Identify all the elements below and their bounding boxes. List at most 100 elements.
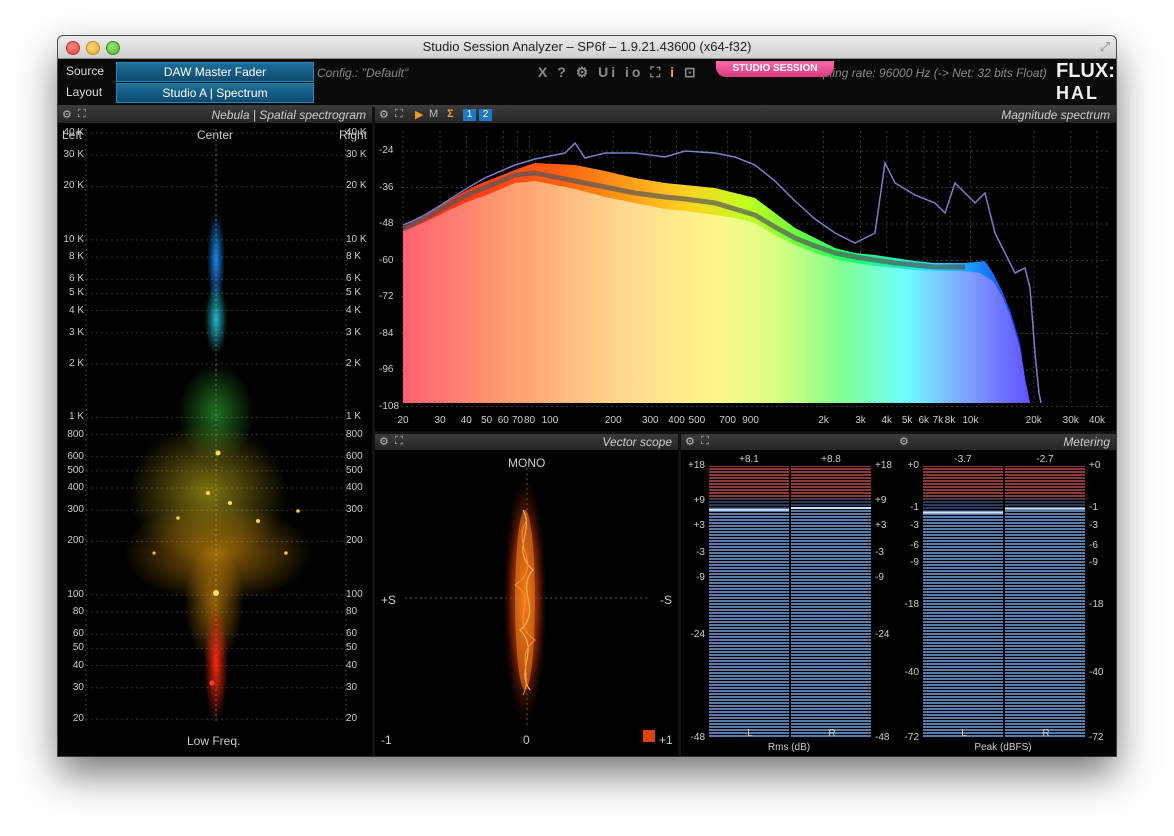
db-tick-label: -24 <box>379 145 394 156</box>
magnitude-display <box>401 131 1110 407</box>
nebula-freq-label-left: 100 <box>67 588 84 600</box>
meter-peak-L-peak-hold <box>923 511 1003 514</box>
nebula-freq-label-right: 40 <box>346 659 358 671</box>
plus-one-label: +1 <box>659 733 673 747</box>
nebula-freq-label-right: 30 K <box>346 149 367 161</box>
play-icon[interactable]: ▶ <box>415 108 423 121</box>
nebula-panel: ⚙ ⛶ Nebula | Spatial spectrogram Left Ce… <box>58 107 372 756</box>
nebula-freq-label-right: 1 K <box>346 411 362 423</box>
meter-peak-scale-left: -40 <box>904 666 919 678</box>
nebula-freq-label-right: 6 K <box>346 273 362 285</box>
nebula-freq-label-right: 30 <box>346 681 358 693</box>
nebula-freq-label-right: 200 <box>346 535 363 547</box>
meter-rms-L-clip-zone <box>709 466 789 499</box>
io-icon[interactable]: io <box>625 64 643 80</box>
meter-rms-scale-right: -9 <box>875 571 884 583</box>
ui-icon[interactable]: Ui <box>598 64 618 80</box>
meter-rms-scale-left: +18 <box>688 460 705 471</box>
flux-logo: FLUX:: <box>1056 60 1116 82</box>
sum-icon[interactable]: Σ <box>447 108 454 120</box>
nebula-freq-label-left: 50 <box>72 642 84 654</box>
nebula-freq-label-right: 20 K <box>346 180 367 192</box>
app-window: Studio Session Analyzer – SP6f – 1.9.21.… <box>58 36 1116 756</box>
settings-icon[interactable]: ⚙ <box>62 108 72 121</box>
db-tick-label: -60 <box>379 254 394 266</box>
close-icon[interactable]: X <box>538 64 550 80</box>
meter-peak-scale-left: +0 <box>907 460 919 471</box>
help-icon[interactable]: ? <box>557 64 569 80</box>
meter-settings-icon[interactable]: ⚙ <box>899 435 909 448</box>
meter-rms-right-value: +8.8 <box>821 454 841 465</box>
settings-icon[interactable]: ⚙ <box>576 64 592 80</box>
nebula-freq-label-left: 20 <box>72 713 84 724</box>
nebula-freq-label-left: 40 <box>72 659 84 671</box>
freq-tick-label: 20k <box>1025 415 1042 426</box>
vector-scope-panel: ⚙ ⛶ Vector scope MONO +S -S -1 0 +1 <box>375 434 678 756</box>
nebula-freq-label-left: 5 K <box>68 287 84 299</box>
meter-rms-scale-right: -24 <box>875 628 890 640</box>
expand-icon[interactable]: ⛶ <box>395 435 403 448</box>
channel-2-button[interactable]: 2 <box>479 109 492 121</box>
nebula-freq-label-left: 8 K <box>68 251 84 263</box>
meter-peak-scale-right: -6 <box>1089 540 1098 552</box>
layout-select[interactable]: Studio A | Spectrum <box>116 83 314 103</box>
freq-tick-label: 3k <box>855 415 866 426</box>
mono-label: MONO <box>508 456 546 470</box>
vector-title: Vector scope <box>602 435 672 449</box>
expand-icon[interactable]: ⛶ <box>78 108 86 121</box>
magnitude-title: Magnitude spectrum <box>1001 108 1110 122</box>
meter-peak-R-clip-zone <box>1005 466 1085 499</box>
nebula-freq-label-left: 300 <box>67 504 84 516</box>
freq-tick-label: 700 <box>719 415 736 426</box>
metering-panel-header: ⚙ ⛶ ⚙ Metering <box>681 434 1116 451</box>
nebula-center-label: Center <box>197 128 234 142</box>
meter-rms-scale-left: -48 <box>690 732 705 743</box>
meter-rms-caption: Rms (dB) <box>767 742 811 753</box>
fullscreen-toggle-icon[interactable]: ⛶ <box>650 64 663 80</box>
nebula-freq-label-right: 500 <box>346 464 363 476</box>
m-icon[interactable]: M <box>429 108 438 120</box>
meter-rms-scale-left: -9 <box>696 571 705 583</box>
meter-rms-channel-left: L <box>747 728 753 739</box>
meter-rms-L-peak-hold <box>709 508 789 511</box>
nebula-freq-label-left: 800 <box>67 428 84 440</box>
meter-rms-scale-left: -3 <box>696 547 705 559</box>
info-icon[interactable]: i <box>670 64 677 80</box>
freq-tick-label: 30 <box>434 415 446 426</box>
nebula-freq-label-left: 10 K <box>63 233 84 245</box>
meter-peak-scale-left: -6 <box>910 540 919 552</box>
meter-rms-scale-left: +3 <box>693 519 705 531</box>
nebula-freq-label-right: 4 K <box>346 304 362 316</box>
expand-icon[interactable]: ⛶ <box>395 108 403 121</box>
settings-icon[interactable]: ⚙ <box>379 435 389 448</box>
meter-peak-scale-right: +0 <box>1089 460 1101 471</box>
meter-peak-channel-right: R <box>1042 728 1050 739</box>
nebula-freq-label-left: 20 K <box>63 180 84 192</box>
expand-icon[interactable]: ⛶ <box>701 435 709 448</box>
meter-peak-scale-left: -3 <box>910 519 919 531</box>
settings-icon[interactable]: ⚙ <box>379 108 389 121</box>
nebula-freq-label-left: 30 K <box>63 149 84 161</box>
db-tick-label: -84 <box>379 327 394 339</box>
nebula-freq-label-right: 300 <box>346 504 363 516</box>
nebula-freq-label-left: 2 K <box>68 357 84 369</box>
nebula-freq-label-left: 60 <box>72 628 84 640</box>
title-bar: Studio Session Analyzer – SP6f – 1.9.21.… <box>58 36 1116 59</box>
meter-peak-R-peak-hold <box>1005 507 1085 510</box>
source-select[interactable]: DAW Master Fader <box>116 62 314 82</box>
freq-tick-label: 20 <box>397 415 409 426</box>
nebula-freq-label-right: 2 K <box>346 357 362 369</box>
meter-peak-channel-left: L <box>961 728 967 739</box>
screen-icon[interactable]: ⊡ <box>684 64 699 80</box>
studio-session-badge[interactable]: STUDIO SESSION <box>716 61 834 77</box>
fullscreen-icon[interactable]: ⤢ <box>1100 39 1110 55</box>
settings-icon[interactable]: ⚙ <box>685 435 695 448</box>
channel-1-button[interactable]: 1 <box>463 109 476 121</box>
nebula-freq-label-right: 100 <box>346 588 363 600</box>
config-preset[interactable]: Config.: "Default" <box>317 66 408 80</box>
meter-peak-scale-left: -9 <box>910 556 919 568</box>
nebula-freq-label-right: 50 <box>346 642 358 654</box>
freq-tick-label: 40k <box>1088 415 1106 426</box>
meter-rms-R-fill <box>791 507 871 738</box>
sampling-rate-text: pling rate: 96000 Hz (-> Net: 32 bits Fl… <box>823 66 1047 80</box>
